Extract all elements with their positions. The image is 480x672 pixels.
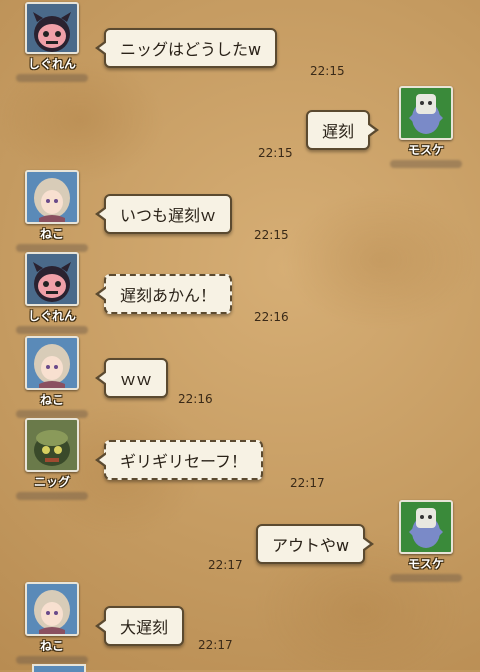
speaker-title	[16, 244, 88, 252]
message-text: ｗｗ	[120, 370, 153, 389]
message-text: ギリギリセーフ！	[120, 452, 248, 471]
message-bubble: ニッグはどうしたw	[94, 28, 278, 68]
message-text: アウトやw	[272, 536, 350, 555]
shiguren-avatar-icon	[27, 254, 77, 304]
avatar[interactable]: モスケ	[390, 500, 462, 582]
niggu-avatar-icon	[27, 420, 77, 470]
avatar[interactable]: しぐれん	[16, 252, 88, 334]
neko-avatar-icon	[27, 172, 77, 222]
message-time: 22:15	[258, 146, 293, 160]
speaker-name: ニッグ	[33, 475, 70, 489]
speaker-name: モスケ	[407, 557, 444, 571]
avatar[interactable]: ニッグ	[16, 418, 88, 500]
message-time: 22:17	[198, 638, 233, 652]
message-time: 22:15	[310, 64, 345, 78]
message-time: 22:17	[290, 476, 325, 490]
message-text: 遅刻	[322, 122, 355, 141]
avatar[interactable]: しぐれん	[16, 0, 88, 82]
neko-avatar-icon	[27, 338, 77, 388]
message-text: 大遅刻	[120, 618, 169, 637]
speaker-title	[16, 656, 88, 664]
message-text: ニッグはどうしたw	[120, 40, 262, 59]
message-bubble: 大遅刻	[94, 606, 185, 646]
message-bubble: 遅刻あかん！	[94, 274, 233, 314]
avatar[interactable]: ねこ	[16, 170, 88, 252]
avatar[interactable]	[32, 664, 86, 672]
speaker-name: ねこ	[39, 393, 64, 407]
speaker-title	[16, 492, 88, 500]
speaker-title	[16, 74, 88, 82]
speaker-title	[390, 160, 462, 168]
mosuke-avatar-icon	[401, 88, 451, 138]
message-text: いつも遅刻ｗ	[120, 206, 217, 225]
message-bubble: いつも遅刻ｗ	[94, 194, 233, 234]
message-time: 22:16	[254, 310, 289, 324]
speaker-title	[16, 326, 88, 334]
avatar[interactable]: モスケ	[390, 86, 462, 168]
speaker-title	[390, 574, 462, 582]
speaker-name: ねこ	[39, 227, 64, 241]
message-bubble: 遅刻	[306, 110, 380, 150]
speaker-title	[16, 410, 88, 418]
speaker-name: しぐれん	[27, 309, 76, 323]
message-time: 22:17	[208, 558, 243, 572]
avatar[interactable]: ねこ	[16, 582, 88, 664]
message-time: 22:15	[254, 228, 289, 242]
shiguren-avatar-icon	[27, 4, 77, 52]
speaker-name: ねこ	[39, 639, 64, 653]
message-bubble: ギリギリセーフ！	[94, 440, 264, 480]
message-bubble: ｗｗ	[94, 358, 169, 398]
message-bubble: アウトやw	[256, 524, 375, 564]
message-text: 遅刻あかん！	[120, 286, 217, 305]
speaker-name: しぐれん	[27, 57, 76, 71]
speaker-name: モスケ	[407, 143, 444, 157]
message-time: 22:16	[178, 392, 213, 406]
avatar[interactable]: ねこ	[16, 336, 88, 418]
neko-avatar-icon	[27, 584, 77, 634]
mosuke-avatar-icon	[401, 502, 451, 552]
